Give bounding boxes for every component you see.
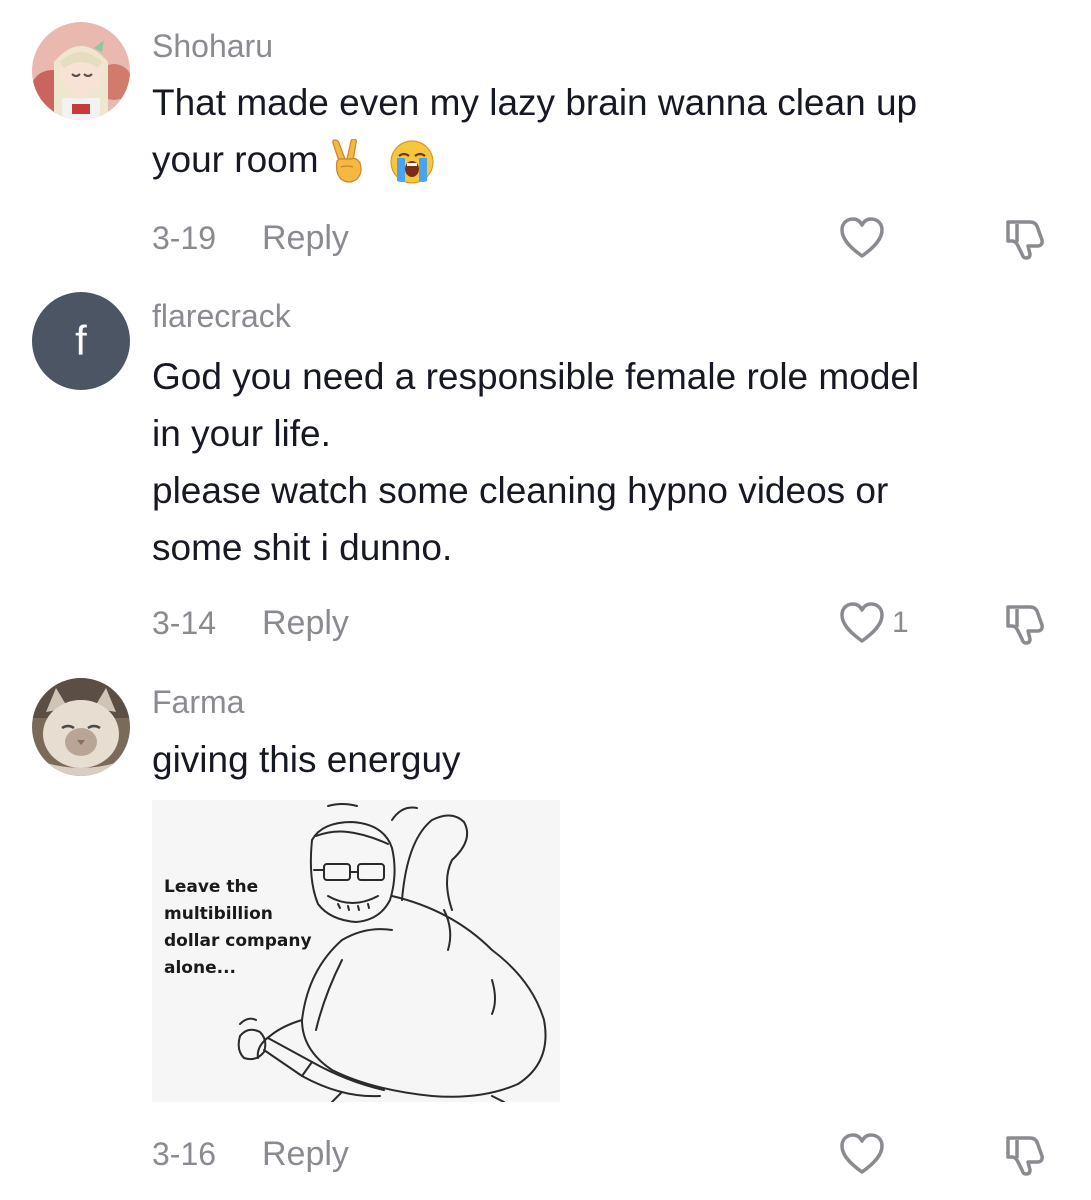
avatar[interactable] [32,678,130,776]
meme-caption-line: dollar company [164,931,312,951]
username[interactable]: Farma [152,684,244,720]
meme-caption-line: alone... [164,958,236,978]
comment-text-line: giving this energuy [152,739,461,780]
like-button[interactable] [838,1132,892,1176]
dislike-button[interactable] [1000,1132,1048,1176]
meme-caption-line: multibillion [164,904,273,924]
comment-meta: 3-16 Reply [152,1132,349,1176]
reply-button[interactable]: Reply [262,1132,349,1176]
thumbs-down-outline-icon [1006,1136,1044,1176]
comment-text: giving this energuy [152,731,1052,788]
comment-image[interactable]: Leave the multibillion dollar company al… [152,800,560,1102]
comment-farma: Farma giving this energuy Leave the mult… [0,0,1091,1200]
comment-date: 3-16 [152,1136,217,1172]
meme-caption: Leave the multibillion dollar company al… [164,874,312,982]
meme-caption-line: Leave the [164,877,259,897]
heart-outline-icon [840,1133,884,1174]
